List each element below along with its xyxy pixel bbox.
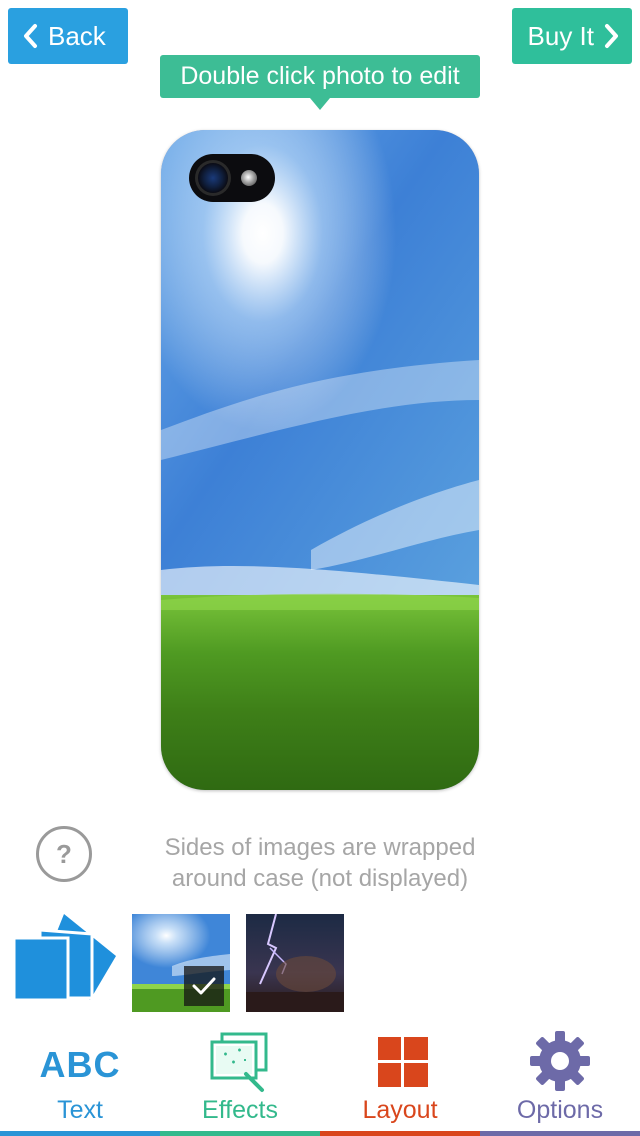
layout-grid-icon [378,1037,428,1087]
flash-icon [241,170,257,186]
tab-text-indicator [0,1131,160,1136]
back-label: Back [48,20,106,51]
tab-layout-indicator [320,1131,480,1136]
tab-text[interactable]: ABC Text [0,1024,160,1136]
tooltip-text: Double click photo to edit [180,62,460,90]
tab-layout-label: Layout [362,1096,438,1124]
tab-effects-label: Effects [202,1096,278,1124]
buy-it-button[interactable]: Buy It [512,8,632,64]
wrap-info-line2: around case (not displayed) [171,865,469,892]
effects-icon [210,1032,268,1092]
photo-thumbnail-sky[interactable] [132,914,230,1012]
tab-options-indicator [480,1131,640,1136]
back-button[interactable]: Back [8,8,128,64]
bottom-tab-bar: ABC Text Effects Layout Options [0,1024,640,1136]
case-photo[interactable] [161,130,479,790]
tab-effects[interactable]: Effects [160,1024,320,1136]
wrap-info-text: Sides of images are wrapped around case … [130,832,510,894]
text-tool-icon: ABC [39,1044,121,1085]
edit-hint-tooltip: Double click photo to edit [160,55,480,110]
chevron-right-icon [605,24,618,48]
photo-thumbnail-storm[interactable] [246,914,344,1012]
storm-photo-image [246,914,344,1012]
selected-check [184,966,224,1006]
wrap-info-line1: Sides of images are wrapped [164,834,476,861]
tab-layout[interactable]: Layout [320,1024,480,1136]
tab-options[interactable]: Options [480,1024,640,1136]
phone-case-preview[interactable] [161,130,479,790]
photo-library-icon[interactable] [12,912,116,1002]
tab-options-label: Options [516,1096,604,1124]
buy-it-label: Buy It [527,20,594,51]
camera-cutout [189,154,275,202]
help-glyph: ? [56,838,72,869]
help-icon[interactable]: ? [36,826,92,882]
checkmark-icon [192,977,216,995]
chevron-left-icon [24,24,37,48]
tab-effects-indicator [160,1131,320,1136]
camera-lens-icon [195,160,231,196]
tab-text-label: Text [57,1096,103,1124]
gear-icon [530,1031,590,1091]
